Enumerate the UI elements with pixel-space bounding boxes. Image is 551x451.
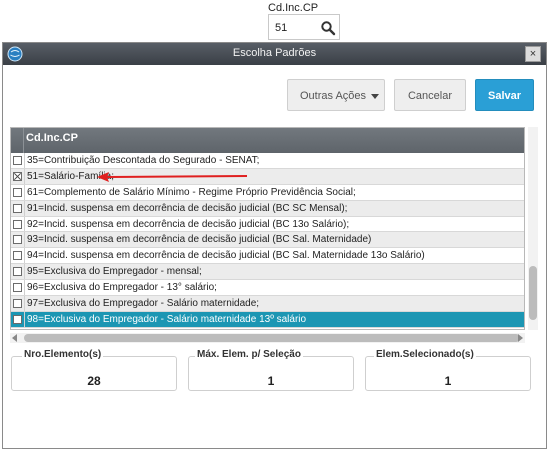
selected-count-box: Elem.Selecionado(s) 1 bbox=[365, 349, 531, 391]
row-separator bbox=[24, 168, 25, 184]
row-separator bbox=[24, 248, 25, 264]
table-row[interactable]: 91=Incid. suspensa em decorrência de dec… bbox=[11, 200, 524, 217]
table-row[interactable]: 94=Incid. suspensa em decorrência de dec… bbox=[11, 248, 524, 265]
table-row[interactable]: 96=Exclusiva do Empregador - 13° salário… bbox=[11, 280, 524, 297]
choose-defaults-dialog: Escolha Padrões × Outras Ações Cancelar … bbox=[2, 42, 547, 449]
element-count-label: Nro.Elemento(s) bbox=[22, 349, 104, 360]
close-icon[interactable]: × bbox=[525, 46, 541, 62]
max-selection-box: Máx. Elem. p/ Seleção 1 bbox=[188, 349, 354, 391]
row-cell: 91=Incid. suspensa em decorrência de dec… bbox=[27, 202, 348, 214]
grid-select-column-header bbox=[11, 128, 24, 153]
vertical-scrollbar-thumb[interactable] bbox=[529, 266, 537, 320]
row-checkbox[interactable] bbox=[13, 235, 22, 245]
row-cell: 96=Exclusiva do Empregador - 13° salário… bbox=[27, 282, 217, 294]
row-checkbox[interactable] bbox=[13, 314, 22, 324]
row-checkbox[interactable] bbox=[13, 156, 22, 165]
row-separator bbox=[24, 264, 25, 280]
row-checkbox[interactable] bbox=[13, 299, 22, 309]
row-checkbox-checked[interactable] bbox=[13, 171, 22, 181]
row-checkbox[interactable] bbox=[13, 187, 22, 197]
cd-inc-cp-input[interactable]: 51 bbox=[268, 14, 340, 40]
scroll-left-icon[interactable] bbox=[12, 334, 17, 342]
red-arrow-annotation-icon bbox=[97, 171, 247, 182]
table-row[interactable]: 51=Salário-Família; bbox=[11, 168, 524, 185]
row-separator bbox=[24, 232, 25, 248]
column-header-cd-inc-cp[interactable]: Cd.Inc.CP bbox=[26, 132, 78, 144]
row-cell: 93=Incid. suspensa em decorrência de dec… bbox=[27, 234, 372, 246]
horizontal-scrollbar-thumb[interactable] bbox=[24, 334, 520, 342]
row-separator bbox=[24, 296, 25, 311]
selected-count-value: 1 bbox=[444, 374, 452, 388]
row-cell: 92=Incid. suspensa em decorrência de dec… bbox=[27, 218, 350, 230]
save-button[interactable]: Salvar bbox=[475, 79, 534, 111]
row-cell: 98=Exclusiva do Empregador - Salário mat… bbox=[27, 313, 307, 325]
row-separator bbox=[24, 184, 25, 200]
element-count-box: Nro.Elemento(s) 28 bbox=[11, 349, 177, 391]
table-row[interactable]: 92=Incid. suspensa em decorrência de dec… bbox=[11, 216, 524, 233]
table-row[interactable]: 93=Incid. suspensa em decorrência de dec… bbox=[11, 232, 524, 249]
table-row[interactable]: 97=Exclusiva do Empregador - Salário mat… bbox=[11, 296, 524, 312]
scroll-right-icon[interactable] bbox=[518, 334, 523, 342]
row-cell: 97=Exclusiva do Empregador - Salário mat… bbox=[27, 298, 260, 310]
dialog-title: Escolha Padrões bbox=[232, 47, 317, 59]
defaults-grid: Cd.Inc.CP 35=Contribuição Descontada do … bbox=[10, 127, 525, 330]
row-cell: 94=Incid. suspensa em decorrência de dec… bbox=[27, 250, 425, 262]
row-cell: 61=Complemento de Salário Mínimo - Regim… bbox=[27, 186, 356, 198]
row-checkbox[interactable] bbox=[13, 251, 22, 261]
chevron-down-icon bbox=[371, 94, 379, 99]
table-row[interactable]: 98=Exclusiva do Empregador - Salário mat… bbox=[11, 311, 524, 328]
max-selection-label: Máx. Elem. p/ Seleção bbox=[195, 349, 303, 360]
vertical-scrollbar[interactable] bbox=[528, 127, 538, 330]
row-separator bbox=[24, 153, 25, 168]
row-checkbox[interactable] bbox=[13, 219, 22, 229]
selected-count-label: Elem.Selecionado(s) bbox=[374, 349, 476, 360]
dialog-titlebar: Escolha Padrões × bbox=[3, 43, 546, 65]
row-cell: 95=Exclusiva do Empregador - mensal; bbox=[27, 266, 202, 278]
table-row[interactable]: 61=Complemento de Salário Mínimo - Regim… bbox=[11, 184, 524, 201]
page: Cd.Inc.CP 51 Escolha Padrões × Outras Aç… bbox=[0, 0, 551, 451]
table-row[interactable]: 35=Contribuição Descontada do Segurado -… bbox=[11, 153, 524, 169]
cd-inc-cp-value: 51 bbox=[275, 22, 288, 34]
horizontal-scrollbar[interactable] bbox=[10, 333, 525, 343]
row-separator bbox=[24, 311, 25, 327]
row-separator bbox=[24, 200, 25, 216]
grid-header: Cd.Inc.CP bbox=[11, 128, 524, 153]
cancel-button[interactable]: Cancelar bbox=[394, 79, 466, 111]
table-row[interactable]: 95=Exclusiva do Empregador - mensal; bbox=[11, 264, 524, 281]
other-actions-button[interactable]: Outras Ações bbox=[287, 79, 385, 111]
cd-inc-cp-label: Cd.Inc.CP bbox=[268, 2, 319, 14]
row-checkbox[interactable] bbox=[13, 283, 22, 293]
element-count-value: 28 bbox=[87, 374, 101, 388]
row-cell: 35=Contribuição Descontada do Segurado -… bbox=[27, 155, 260, 166]
search-icon[interactable] bbox=[320, 20, 336, 36]
other-actions-label: Outras Ações bbox=[300, 90, 367, 102]
max-selection-value: 1 bbox=[267, 374, 275, 388]
row-separator bbox=[24, 216, 25, 232]
row-separator bbox=[24, 280, 25, 296]
grid-rows: 35=Contribuição Descontada do Segurado -… bbox=[11, 153, 524, 328]
row-checkbox[interactable] bbox=[13, 203, 22, 213]
row-checkbox[interactable] bbox=[13, 267, 22, 277]
